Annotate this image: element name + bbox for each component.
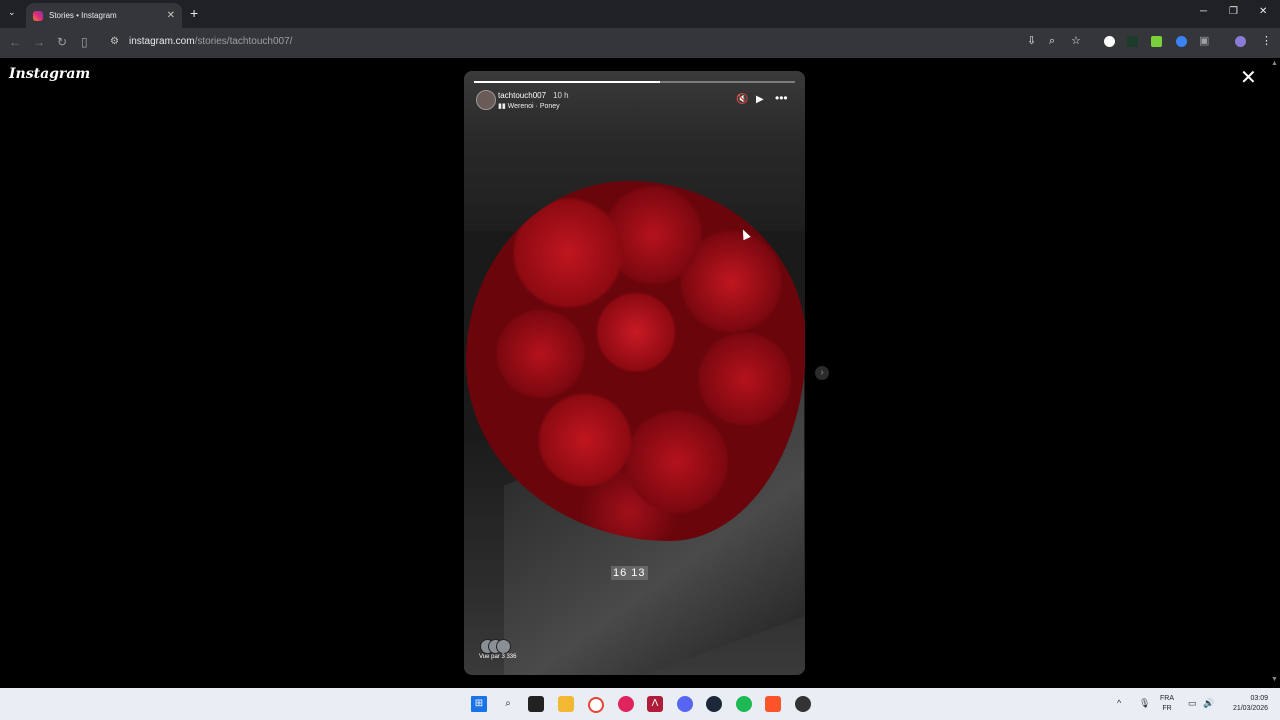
instagram-stories-page: Instagram ✕ › tachtouch007 10 h ▮▮ Weren… [0, 58, 1280, 688]
viewer-avatars[interactable] [480, 639, 511, 654]
url-path: /stories/tachtouch007/ [194, 36, 293, 47]
extension-1-icon[interactable] [1104, 36, 1115, 47]
start-icon[interactable]: ⊞ [471, 696, 487, 712]
system-clock[interactable]: 03:09 21/03/2026 [1226, 694, 1268, 714]
extensions-puzzle-icon[interactable]: ▣ [1199, 36, 1209, 47]
file-explorer-icon[interactable] [558, 696, 574, 712]
tab-title: Stories • Instagram [49, 11, 117, 20]
task-view-icon[interactable] [528, 696, 544, 712]
language-indicator[interactable]: FRA FR [1160, 694, 1174, 714]
app-red-circle-icon[interactable] [618, 696, 634, 712]
viewer-avatar [496, 639, 511, 654]
window-close-button[interactable]: ✕ [1259, 6, 1267, 17]
tray-overflow-icon[interactable]: ^ [1117, 699, 1121, 708]
extension-3-icon[interactable] [1151, 36, 1162, 47]
install-app-icon[interactable]: ⇩ [1027, 36, 1036, 47]
restore-button[interactable]: ❐ [1229, 6, 1238, 17]
microphone-icon[interactable]: 🎙 [1139, 699, 1150, 708]
tab-search-icon[interactable]: ⌄ [8, 7, 16, 18]
discord-icon[interactable] [677, 696, 693, 712]
back-button[interactable]: ← [9, 35, 21, 49]
minimize-button[interactable]: ─ [1200, 6, 1207, 17]
music-track: Werenoi · Poney [507, 103, 560, 110]
next-story-button[interactable]: › [815, 366, 829, 380]
browser-toolbar: ← → ↻ ▯ ⚙ instagram.com/stories/tachtouc… [0, 28, 1280, 58]
story-username[interactable]: tachtouch007 [498, 91, 546, 100]
new-tab-button[interactable]: + [190, 5, 198, 21]
close-stories-button[interactable]: ✕ [1240, 68, 1257, 88]
user-avatar[interactable] [476, 90, 496, 110]
instagram-logo[interactable]: Instagram [9, 66, 90, 82]
tab-close-icon[interactable]: ✕ [167, 10, 175, 21]
browser-menu-icon[interactable]: ⋮ [1261, 36, 1272, 47]
scroll-down-icon[interactable]: ▼ [1271, 676, 1278, 683]
search-icon[interactable]: ⌕ [500, 696, 516, 712]
bookmark-star-icon[interactable]: ☆ [1071, 36, 1081, 47]
story-music-label[interactable]: ▮▮ Werenoi · Poney [498, 102, 560, 110]
network-icon[interactable]: ▭ [1188, 699, 1197, 708]
play-icon[interactable]: ▶ [756, 94, 764, 105]
page-scrollbar[interactable]: ▲ ▼ [1270, 58, 1280, 688]
forward-button[interactable]: → [33, 35, 45, 49]
instagram-favicon-icon [33, 10, 43, 21]
language-bottom: FR [1162, 705, 1172, 712]
more-options-icon[interactable]: ••• [775, 91, 788, 105]
story-progress-fill [474, 81, 661, 83]
extension-4-icon[interactable] [1176, 36, 1187, 47]
clock-time: 03:09 [1250, 695, 1268, 702]
windows-taskbar: ⊞ ⌕ Λ ^ 🎙 FRA FR ▭ 🔊 03:09 21/03/2026 [0, 688, 1280, 720]
chrome-icon[interactable] [588, 697, 604, 713]
side-panel-icon[interactable]: ▯ [81, 35, 88, 49]
steam-icon[interactable] [706, 696, 722, 712]
site-info-icon[interactable]: ⚙ [110, 36, 119, 47]
browser-tab-strip: ⌄ Stories • Instagram ✕ + ─ ❐ ✕ [0, 0, 1280, 28]
time-sticker: 16 13 [611, 566, 648, 580]
profile-avatar[interactable] [1235, 36, 1246, 47]
url-text[interactable]: instagram.com/stories/tachtouch007/ [129, 36, 292, 47]
app-red-a-icon[interactable]: Λ [647, 696, 663, 712]
app-dark-icon[interactable] [795, 696, 811, 712]
story-progress-bar [474, 81, 795, 83]
tab-stories-instagram[interactable]: Stories • Instagram ✕ [26, 3, 182, 28]
mute-icon[interactable]: 🔇 [736, 94, 748, 105]
clock-date: 21/03/2026 [1232, 705, 1268, 712]
url-host: instagram.com [129, 36, 195, 47]
language-top: FRA [1160, 695, 1174, 702]
music-bars-icon: ▮▮ [498, 103, 508, 110]
story-viewer[interactable]: tachtouch007 10 h ▮▮ Werenoi · Poney 🔇 ▶… [464, 71, 805, 675]
brave-icon[interactable] [765, 696, 781, 712]
extension-2-icon[interactable] [1127, 36, 1138, 47]
reload-button[interactable]: ↻ [57, 35, 67, 49]
story-time-ago: 10 h [553, 91, 569, 100]
scroll-up-icon[interactable]: ▲ [1271, 60, 1278, 67]
zoom-icon[interactable]: ⌕ [1049, 36, 1055, 47]
views-count[interactable]: Vue par 3 336 [479, 654, 516, 660]
spotify-icon[interactable] [736, 696, 752, 712]
address-bar[interactable]: ⚙ instagram.com/stories/tachtouch007/ [104, 31, 1224, 55]
volume-icon[interactable]: 🔊 [1203, 699, 1214, 708]
